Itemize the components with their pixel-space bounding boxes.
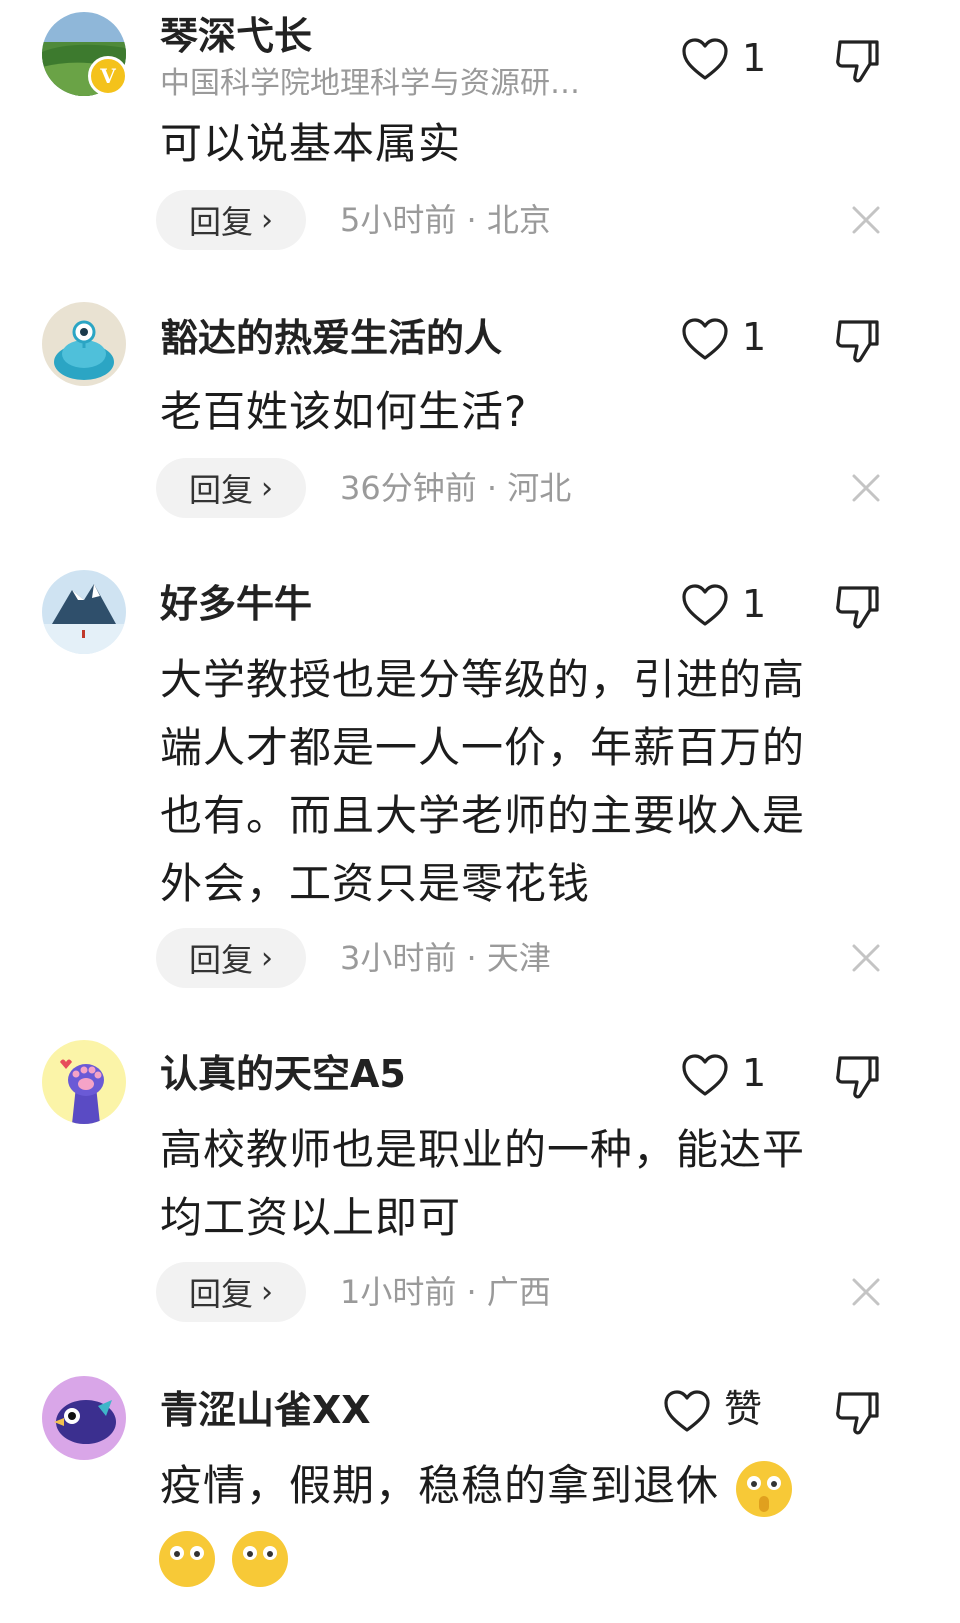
dislike-thumb-down-icon[interactable] xyxy=(832,36,882,86)
chevron-right-icon: › xyxy=(261,470,273,506)
comment-text-line: 端人才都是一人一价，年薪百万的 xyxy=(160,723,806,772)
shocked-face-emoji-icon xyxy=(159,1531,215,1587)
username[interactable]: 青涩山雀XX xyxy=(160,1386,371,1434)
reply-button[interactable]: 回复 › xyxy=(156,458,306,518)
reply-label: 回复 xyxy=(188,471,253,509)
reply-label: 回复 xyxy=(188,203,253,241)
comment-text-line: 均工资以上即可 xyxy=(160,1193,462,1242)
chevron-right-icon: › xyxy=(261,940,273,976)
iceberg-avatar-icon xyxy=(42,570,126,654)
like-count: 1 xyxy=(742,36,767,80)
comment-text: 高校教师也是职业的一种，能达平 均工资以上即可 xyxy=(160,1116,860,1252)
user-avatar[interactable] xyxy=(42,1376,126,1460)
comment-text: 老百姓该如何生活? xyxy=(160,387,528,436)
user-affiliation: 中国科学院地理科学与资源研… xyxy=(160,66,580,101)
like-count: 1 xyxy=(742,582,767,626)
reply-button[interactable]: 回复 › xyxy=(156,1262,306,1322)
verified-badge-icon: V xyxy=(88,56,128,96)
reply-button[interactable]: 回复 › xyxy=(156,190,306,250)
shocked-face-emoji-icon xyxy=(736,1460,793,1517)
chevron-right-icon: › xyxy=(261,202,273,238)
comment-text-line: 大学教授也是分等级的，引进的高 xyxy=(160,655,806,704)
username[interactable]: 豁达的热爱生活的人 xyxy=(160,314,502,362)
like-heart-icon[interactable] xyxy=(680,582,730,628)
reply-label: 回复 xyxy=(188,941,253,979)
dislike-thumb-down-icon[interactable] xyxy=(832,316,882,366)
user-avatar[interactable] xyxy=(42,1040,126,1124)
like-heart-icon[interactable] xyxy=(680,1052,730,1098)
user-avatar[interactable] xyxy=(42,302,126,386)
emoji-row xyxy=(156,1528,291,1590)
like-heart-icon[interactable] xyxy=(680,316,730,362)
chevron-right-icon: › xyxy=(261,1274,273,1310)
comment-meta: 1小时前 · 广西 xyxy=(340,1273,551,1311)
comment-meta: 5小时前 · 北京 xyxy=(340,201,551,239)
username[interactable]: 琴深弋长 xyxy=(160,12,312,60)
like-count: 1 xyxy=(742,1051,767,1095)
close-icon[interactable] xyxy=(848,202,884,238)
comment-text: 可以说基本属实 xyxy=(160,119,462,168)
like-label: 赞 xyxy=(724,1387,763,1431)
comment-text-content: 疫情，假期，稳稳的拿到退休 xyxy=(160,1461,720,1510)
comment-meta: 36分钟前 · 河北 xyxy=(340,469,572,507)
comment-text-line: 外会，工资只是零花钱 xyxy=(160,859,591,908)
username[interactable]: 好多牛牛 xyxy=(160,580,312,628)
shocked-face-emoji-icon xyxy=(232,1531,289,1587)
comment-text-line: 高校教师也是职业的一种，能达平 xyxy=(160,1125,806,1174)
like-count: 1 xyxy=(742,315,767,359)
close-icon[interactable] xyxy=(848,1274,884,1310)
dislike-thumb-down-icon[interactable] xyxy=(832,1388,882,1438)
like-heart-icon[interactable] xyxy=(662,1388,712,1434)
like-heart-icon[interactable] xyxy=(680,36,730,82)
bird-avatar-icon xyxy=(42,1376,126,1460)
close-icon[interactable] xyxy=(848,470,884,506)
dislike-thumb-down-icon[interactable] xyxy=(832,582,882,632)
dislike-thumb-down-icon[interactable] xyxy=(832,1052,882,1102)
comment-text: 疫情，假期，稳稳的拿到退休 xyxy=(160,1452,920,1520)
user-avatar[interactable] xyxy=(42,570,126,654)
reply-button[interactable]: 回复 › xyxy=(156,928,306,988)
username[interactable]: 认真的天空A5 xyxy=(160,1050,406,1098)
comment-meta: 3小时前 · 天津 xyxy=(340,939,551,977)
reply-label: 回复 xyxy=(188,1275,253,1313)
close-icon[interactable] xyxy=(848,940,884,976)
comment-text-line: 也有。而且大学老师的主要收入是 xyxy=(160,791,806,840)
paw-avatar-icon xyxy=(42,1040,126,1124)
comment-text: 大学教授也是分等级的，引进的高 端人才都是一人一价，年薪百万的 也有。而且大学老… xyxy=(160,646,860,918)
alien-avatar-icon xyxy=(42,302,126,386)
